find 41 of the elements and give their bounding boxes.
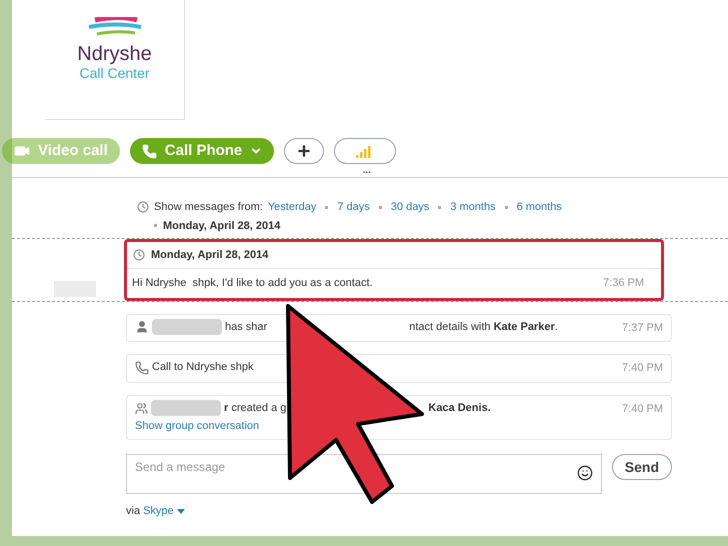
skype-link[interactable]: Skype xyxy=(143,503,174,520)
event-text: has shar xyxy=(225,320,268,335)
event-text: ntact details with Kate Parker. xyxy=(409,320,558,335)
caret-icon xyxy=(176,508,185,514)
event-time: 7:40 PM xyxy=(622,361,663,376)
history-range-link[interactable]: 7 days xyxy=(337,199,370,216)
history-range-link[interactable]: 6 months xyxy=(516,199,562,216)
person-icon xyxy=(135,320,149,334)
event-time: 7:40 PM xyxy=(622,402,663,416)
event-time: 7:37 PM xyxy=(622,320,663,336)
call-phone-button[interactable]: Call Phone xyxy=(130,138,274,164)
event-text: Kaca Denis. xyxy=(428,400,491,416)
send-button[interactable]: Send xyxy=(612,454,672,480)
message-text: Hi Ndryshe shpk, I'd like to add you as a contact. xyxy=(132,276,373,291)
event-text: Call to Ndryshe shpk xyxy=(152,360,254,376)
history-range-link[interactable]: Yesterday xyxy=(268,199,316,216)
clock-icon xyxy=(137,201,149,214)
event-text: r created a g xyxy=(224,400,286,416)
history-date: Monday, April 28, 2014 xyxy=(163,218,280,234)
blurred-name xyxy=(152,319,222,335)
via-label: via xyxy=(126,504,140,519)
message-time: 7:36 PM xyxy=(603,276,644,291)
phone-icon xyxy=(142,144,157,158)
more-dots[interactable]: ... xyxy=(362,164,371,177)
show-group-link[interactable]: Show group conversation xyxy=(135,418,622,434)
history-range-link[interactable]: 3 months xyxy=(450,199,496,216)
history-range-link[interactable]: 30 days xyxy=(390,199,430,216)
history-label: Show messages from: xyxy=(154,200,263,215)
clock-icon xyxy=(133,249,145,261)
group-icon xyxy=(135,402,148,414)
message-input[interactable]: Send a message xyxy=(126,454,602,494)
emoji-icon[interactable] xyxy=(576,465,593,481)
call-quality-button[interactable] xyxy=(334,138,396,164)
message-date: Monday, April 28, 2014 xyxy=(151,248,268,263)
add-button[interactable] xyxy=(284,138,324,164)
phone-icon xyxy=(135,360,149,374)
blurred-name xyxy=(151,400,221,416)
logo-name: Ndryshe xyxy=(77,43,152,65)
plus-icon xyxy=(296,143,312,159)
message-input[interactable]: Send a message xyxy=(135,459,335,475)
logo-subtitle: Call Center xyxy=(79,65,150,81)
